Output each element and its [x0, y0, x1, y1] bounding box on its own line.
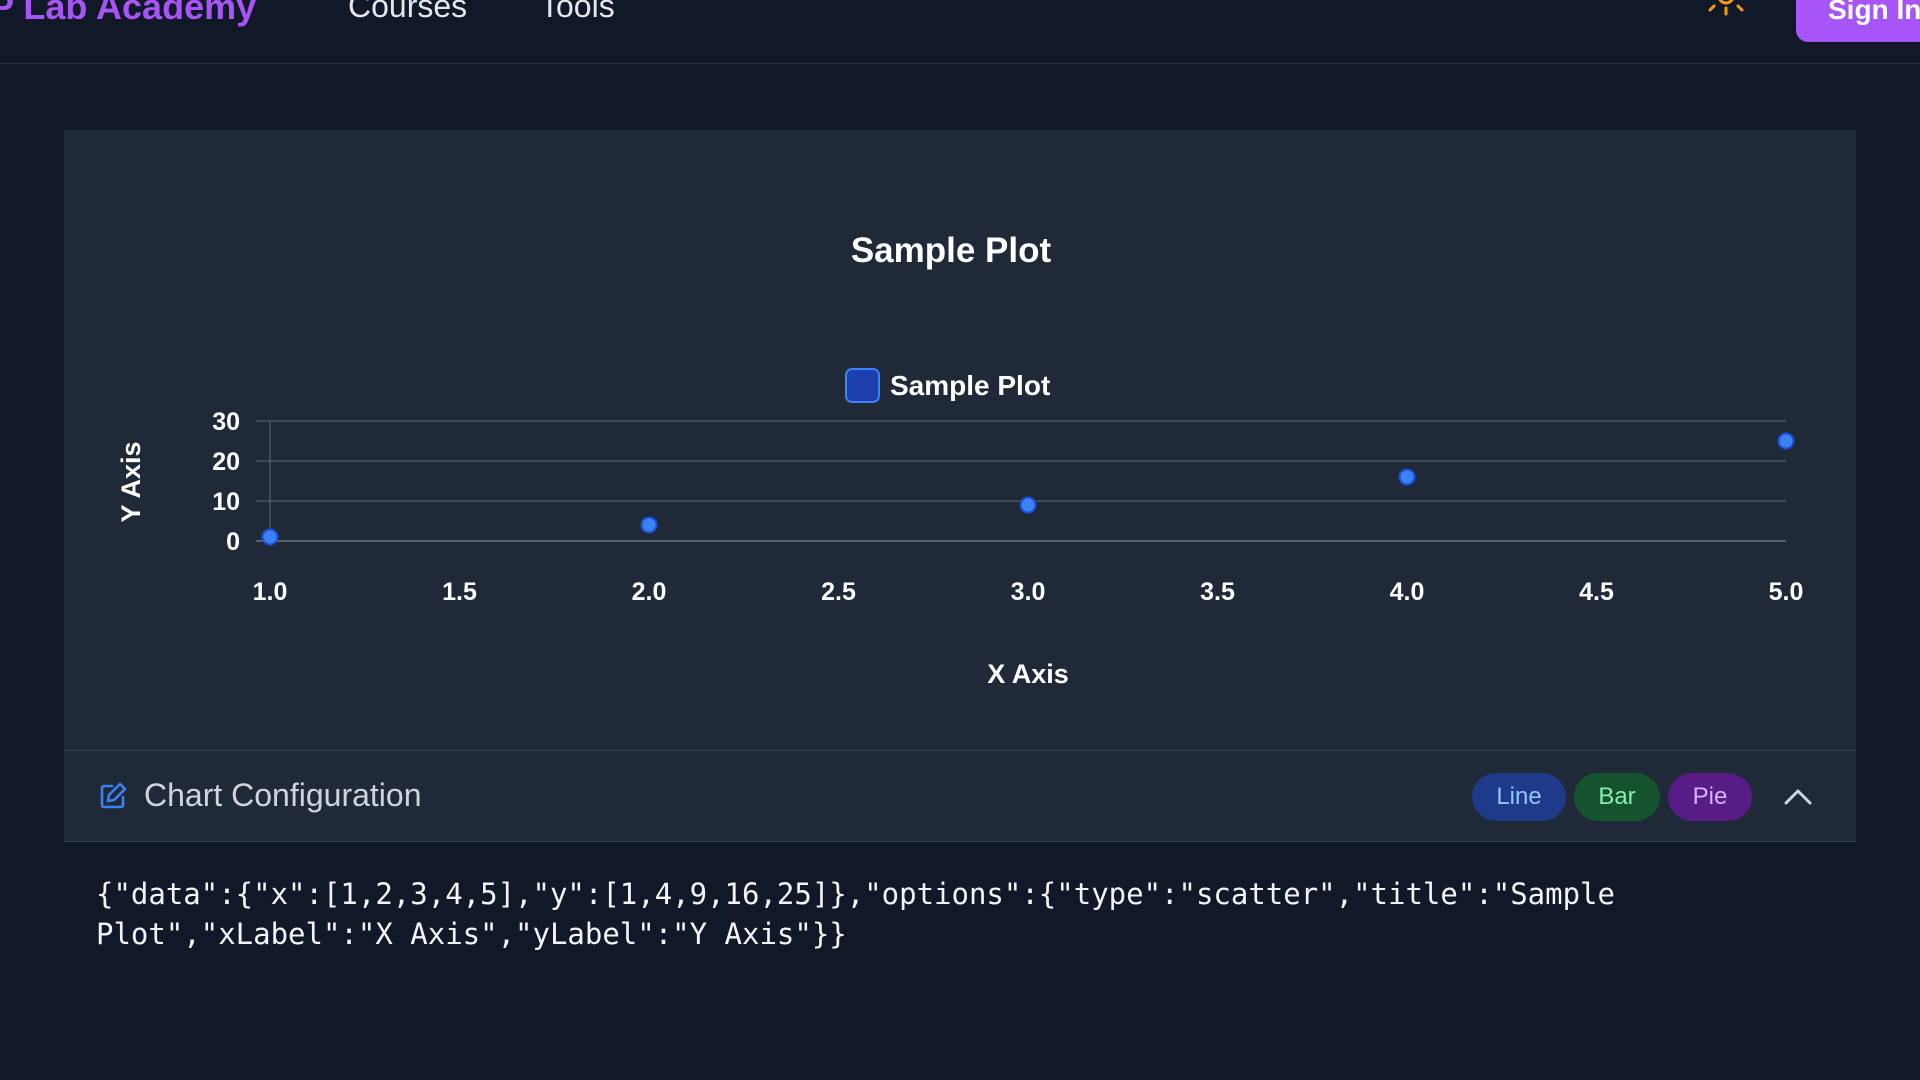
x-tick-label: 3.0 — [1011, 578, 1046, 606]
data-point[interactable] — [261, 528, 279, 546]
chart-type-bar-button[interactable]: Bar — [1574, 773, 1660, 821]
scatter-chart: Sample Plot Sample Plot 0 10 20 30 1.0 1.5 2.… — [116, 231, 1804, 689]
chart-type-pie-button[interactable]: Pie — [1668, 773, 1752, 821]
brand-logo[interactable]: P Lab Academy — [0, 0, 256, 28]
x-axis-ticks: 1.0 1.5 2.0 2.5 3.0 3.5 4.0 4.5 5.0 — [253, 578, 1804, 606]
top-nav-bar: P Lab Academy Courses Tools Sign In — [0, 0, 1920, 64]
x-tick-label: 1.0 — [253, 578, 288, 606]
x-tick-label: 4.0 — [1390, 578, 1425, 606]
data-point[interactable] — [1777, 432, 1795, 450]
x-tick-label: 1.5 — [442, 578, 477, 606]
data-points — [261, 432, 1795, 546]
data-point[interactable] — [1019, 496, 1037, 514]
legend-label: Sample Plot — [890, 370, 1050, 401]
legend-swatch — [845, 368, 880, 403]
chevron-up-icon[interactable] — [1780, 779, 1816, 815]
chart-legend[interactable]: Sample Plot — [845, 368, 1050, 403]
x-tick-label: 4.5 — [1579, 578, 1614, 606]
x-tick-label: 2.5 — [821, 578, 856, 606]
x-tick-label: 2.0 — [632, 578, 667, 606]
chart-panel: Sample Plot Sample Plot 0 10 20 30 1.0 1.5 2.… — [64, 130, 1856, 750]
chart-config-json[interactable]: {"data":{"x":[1,2,3,4,5],"y":[1,4,9,16,2… — [96, 874, 1756, 954]
chart-grid — [256, 420, 1786, 545]
chart-title: Sample Plot — [851, 231, 1052, 270]
y-tick-label: 20 — [212, 448, 240, 476]
theme-toggle-button[interactable] — [1706, 0, 1746, 20]
y-tick-label: 30 — [212, 408, 240, 436]
nav-tools[interactable]: Tools — [540, 0, 615, 25]
y-tick-label: 0 — [226, 528, 240, 556]
nav-courses[interactable]: Courses — [348, 0, 467, 25]
y-axis-label: Y Axis — [116, 441, 146, 522]
data-point[interactable] — [1398, 468, 1416, 486]
y-axis-ticks: 0 10 20 30 — [212, 408, 240, 556]
chart-config-bar: Chart Configuration Line Bar Pie — [64, 750, 1856, 842]
x-tick-label: 5.0 — [1769, 578, 1804, 606]
sign-in-button[interactable]: Sign In — [1796, 0, 1920, 42]
y-tick-label: 10 — [212, 488, 240, 516]
x-tick-label: 3.5 — [1200, 578, 1235, 606]
data-point[interactable] — [640, 516, 658, 534]
x-axis-label: X Axis — [987, 659, 1069, 689]
edit-icon — [100, 782, 127, 809]
sun-icon — [1708, 0, 1744, 16]
chart-type-line-button[interactable]: Line — [1472, 773, 1566, 821]
config-title: Chart Configuration — [144, 777, 422, 813]
